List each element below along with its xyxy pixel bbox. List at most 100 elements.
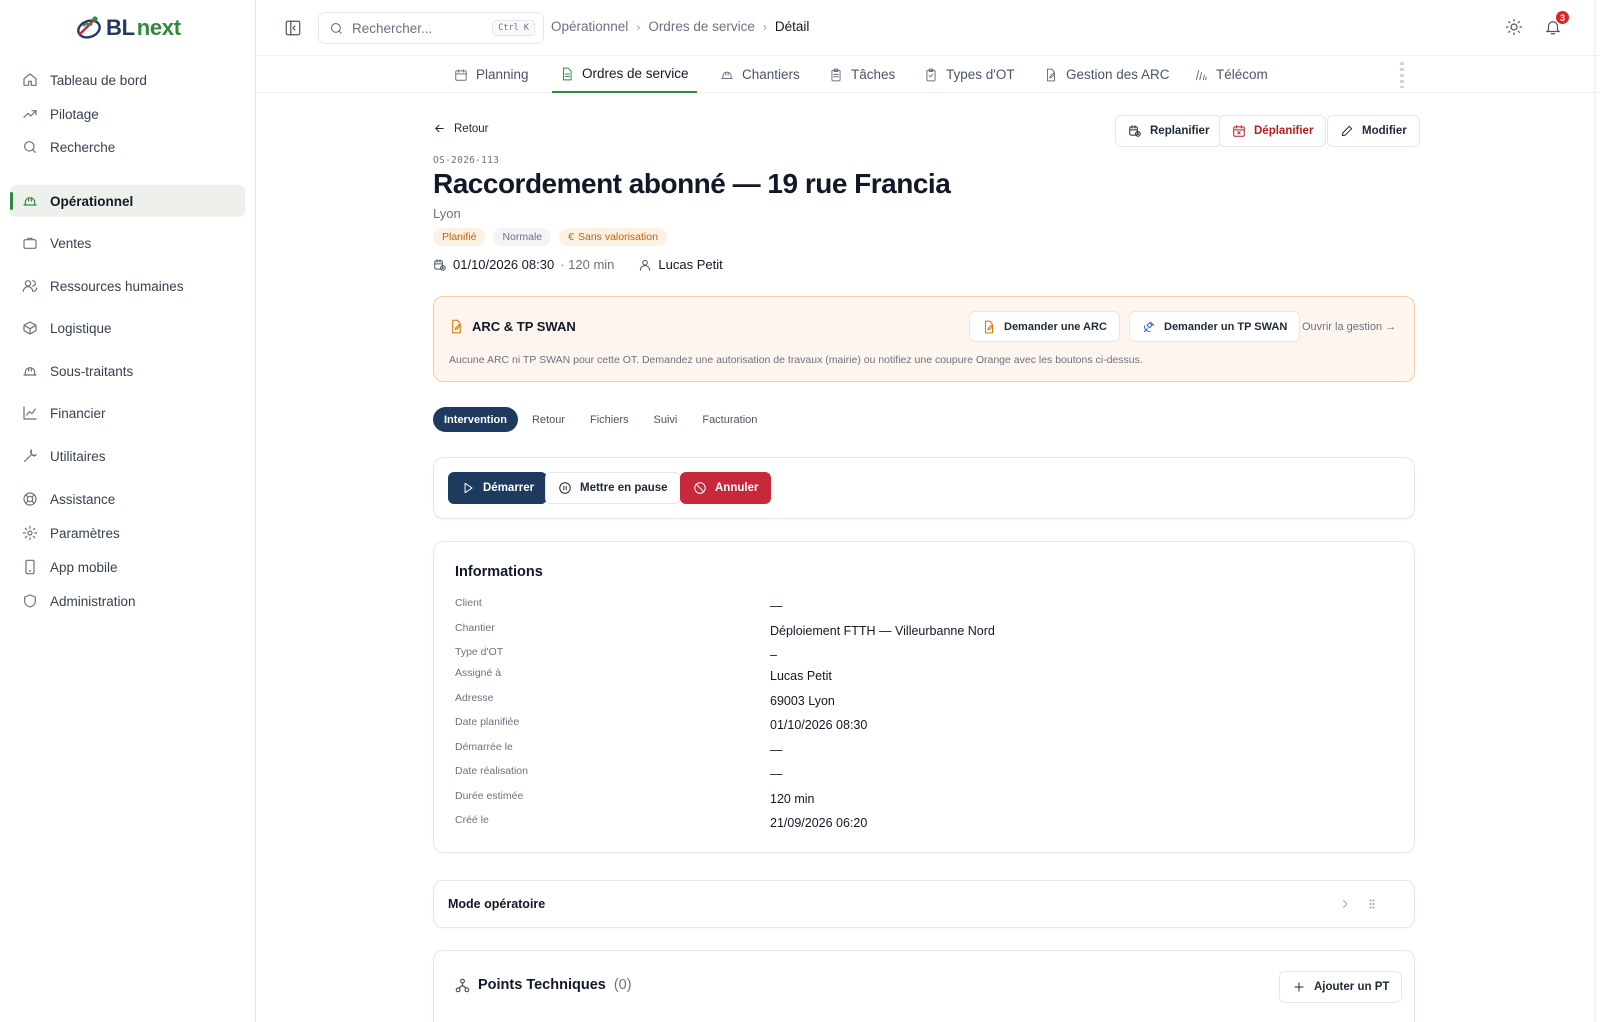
sidebar-item-label: Assistance bbox=[50, 491, 116, 507]
gear-icon bbox=[22, 525, 38, 541]
clipboard-check-icon bbox=[926, 68, 936, 81]
drag-handle-icon[interactable] bbox=[1366, 897, 1378, 909]
tab-ordres-de-service[interactable]: Ordres de service bbox=[552, 56, 697, 93]
tabs-scroll-indicator[interactable] bbox=[1400, 62, 1404, 88]
theme-toggle-button[interactable] bbox=[1505, 18, 1525, 38]
sidebar-item-utilitaires[interactable]: Utilitaires bbox=[10, 440, 245, 472]
mode-operatoire-card[interactable]: Mode opératoire bbox=[433, 880, 1415, 928]
tab-label: Planning bbox=[476, 67, 529, 82]
tab-intervention[interactable]: Intervention bbox=[433, 407, 518, 432]
chevron-right-icon: › bbox=[636, 19, 641, 34]
home-icon bbox=[23, 73, 37, 86]
sidebar-item-app-mobile[interactable]: App mobile bbox=[10, 551, 245, 583]
info-value: 01/10/2026 08:30 bbox=[770, 718, 868, 732]
chevron-right-icon[interactable] bbox=[1339, 897, 1351, 909]
sidebar-item-label: App mobile bbox=[50, 559, 118, 575]
status-badge: Planifié bbox=[433, 228, 486, 246]
breadcrumb-item-operationnel[interactable]: Opérationnel bbox=[551, 19, 628, 34]
file-edit-icon bbox=[1047, 68, 1055, 81]
planned-duration: · 120 min bbox=[560, 257, 615, 272]
info-value: 21/09/2026 06:20 bbox=[770, 816, 868, 830]
request-arc-button[interactable]: Demander une ARC bbox=[969, 311, 1120, 342]
sidebar-item-logistique[interactable]: Logistique bbox=[10, 312, 245, 344]
sidebar-item-assistance[interactable]: Assistance bbox=[10, 483, 245, 515]
order-meta: 01/10/2026 08:30 · 120 min Lucas Petit bbox=[433, 257, 723, 272]
sidebar-item-pilotage[interactable]: Pilotage bbox=[10, 98, 245, 130]
pause-icon bbox=[559, 482, 571, 494]
intervention-actions: Démarrer Mettre en pause Annuler bbox=[433, 457, 1415, 519]
sidebar-item-ressources-humaines[interactable]: Ressources humaines bbox=[10, 270, 245, 302]
sidebar-item-tableau-de-bord[interactable]: Tableau de bord bbox=[10, 64, 245, 96]
info-row: Créé le 21/09/2026 06:20 bbox=[455, 814, 1395, 838]
plus-icon bbox=[1294, 982, 1304, 992]
shield-icon bbox=[24, 594, 36, 608]
info-row: Date réalisation — bbox=[455, 765, 1395, 789]
edit-button[interactable]: Modifier bbox=[1327, 115, 1420, 147]
sidebar-item-financier[interactable]: Financier bbox=[10, 397, 245, 429]
info-row: Client — bbox=[455, 597, 1395, 621]
topbar: Ctrl K Opérationnel › Ordres de service … bbox=[256, 0, 1600, 56]
page-scrollbar[interactable] bbox=[1594, 0, 1596, 1022]
satellite-icon bbox=[1143, 321, 1155, 332]
tab-fichiers[interactable]: Fichiers bbox=[579, 407, 640, 432]
assignee: Lucas Petit bbox=[658, 257, 723, 272]
info-label: Client bbox=[455, 597, 482, 609]
sidebar-item-ventes[interactable]: Ventes bbox=[10, 227, 245, 259]
request-swan-label: Demander un TP SWAN bbox=[1164, 320, 1288, 333]
back-button[interactable]: Retour bbox=[433, 122, 489, 135]
info-row: Démarrée le — bbox=[455, 741, 1395, 765]
add-pt-button[interactable]: Ajouter un PT bbox=[1279, 971, 1403, 1003]
network-icon bbox=[455, 978, 470, 992]
sidebar-item-administration[interactable]: Administration bbox=[10, 585, 245, 617]
info-row: Adresse 69003 Lyon bbox=[455, 692, 1395, 716]
request-swan-button[interactable]: Demander un TP SWAN bbox=[1129, 311, 1301, 342]
pt-title-label: Points Techniques bbox=[478, 977, 606, 993]
info-value: — bbox=[770, 599, 783, 613]
tab-planning[interactable]: Planning bbox=[446, 56, 537, 93]
sidebar-item-operationnel[interactable]: Opérationnel bbox=[10, 185, 245, 217]
tab-chantiers[interactable]: Chantiers bbox=[712, 56, 808, 93]
briefcase-icon bbox=[23, 237, 37, 249]
info-label: Assigné à bbox=[455, 667, 502, 679]
search-input[interactable] bbox=[352, 20, 482, 36]
notification-badge: 3 bbox=[1555, 10, 1570, 25]
tab-label: Gestion des ARC bbox=[1066, 67, 1170, 82]
tab-label: Types d'OT bbox=[946, 67, 1015, 82]
tab-label: Tâches bbox=[851, 67, 896, 82]
open-arc-management-link[interactable]: Ouvrir la gestion → bbox=[1302, 321, 1396, 333]
info-label: Adresse bbox=[455, 692, 494, 704]
info-label: Date réalisation bbox=[455, 765, 528, 777]
tab-suivi[interactable]: Suivi bbox=[643, 407, 689, 432]
tab-telecom[interactable]: Télécom bbox=[1186, 56, 1276, 93]
cancel-button[interactable]: Annuler bbox=[680, 472, 772, 504]
info-label: Date planifiée bbox=[455, 716, 520, 728]
search-icon bbox=[24, 141, 36, 153]
planned-datetime: 01/10/2026 08:30 bbox=[453, 257, 555, 272]
sidebar: BL next Tableau de bord Pilotage Recherch… bbox=[0, 0, 256, 1022]
tab-taches[interactable]: Tâches bbox=[821, 56, 903, 93]
breadcrumb-item-ordres[interactable]: Ordres de service bbox=[648, 19, 755, 34]
tab-types-ot[interactable]: Types d'OT bbox=[916, 56, 1023, 93]
calendar-clock-icon bbox=[434, 258, 446, 271]
global-search[interactable]: Ctrl K bbox=[318, 12, 544, 44]
sidebar-toggle-button[interactable] bbox=[284, 19, 302, 37]
tab-gestion-arc[interactable]: Gestion des ARC bbox=[1036, 56, 1178, 93]
start-button[interactable]: Démarrer bbox=[448, 472, 548, 504]
tab-facturation[interactable]: Facturation bbox=[691, 407, 768, 432]
informations-title: Informations bbox=[455, 564, 543, 580]
app-logo[interactable]: BL next bbox=[74, 14, 181, 42]
sidebar-item-recherche[interactable]: Recherche bbox=[10, 131, 245, 163]
user-icon bbox=[640, 259, 651, 271]
replan-button[interactable]: Replanifier bbox=[1115, 115, 1223, 147]
pause-button[interactable]: Mettre en pause bbox=[545, 472, 681, 504]
info-label: Durée estimée bbox=[455, 790, 524, 802]
tab-retour[interactable]: Retour bbox=[521, 407, 576, 432]
points-techniques-title: Points Techniques (0) bbox=[455, 977, 632, 993]
sidebar-item-parametres[interactable]: Paramètres bbox=[10, 517, 245, 549]
hard-hat-icon bbox=[23, 367, 37, 376]
info-label: Démarrée le bbox=[455, 741, 513, 753]
sidebar-item-sous-traitants[interactable]: Sous-traitants bbox=[10, 355, 245, 387]
info-label: Chantier bbox=[455, 622, 495, 634]
unplan-button[interactable]: Déplanifier bbox=[1219, 115, 1327, 147]
back-label: Retour bbox=[454, 122, 489, 135]
